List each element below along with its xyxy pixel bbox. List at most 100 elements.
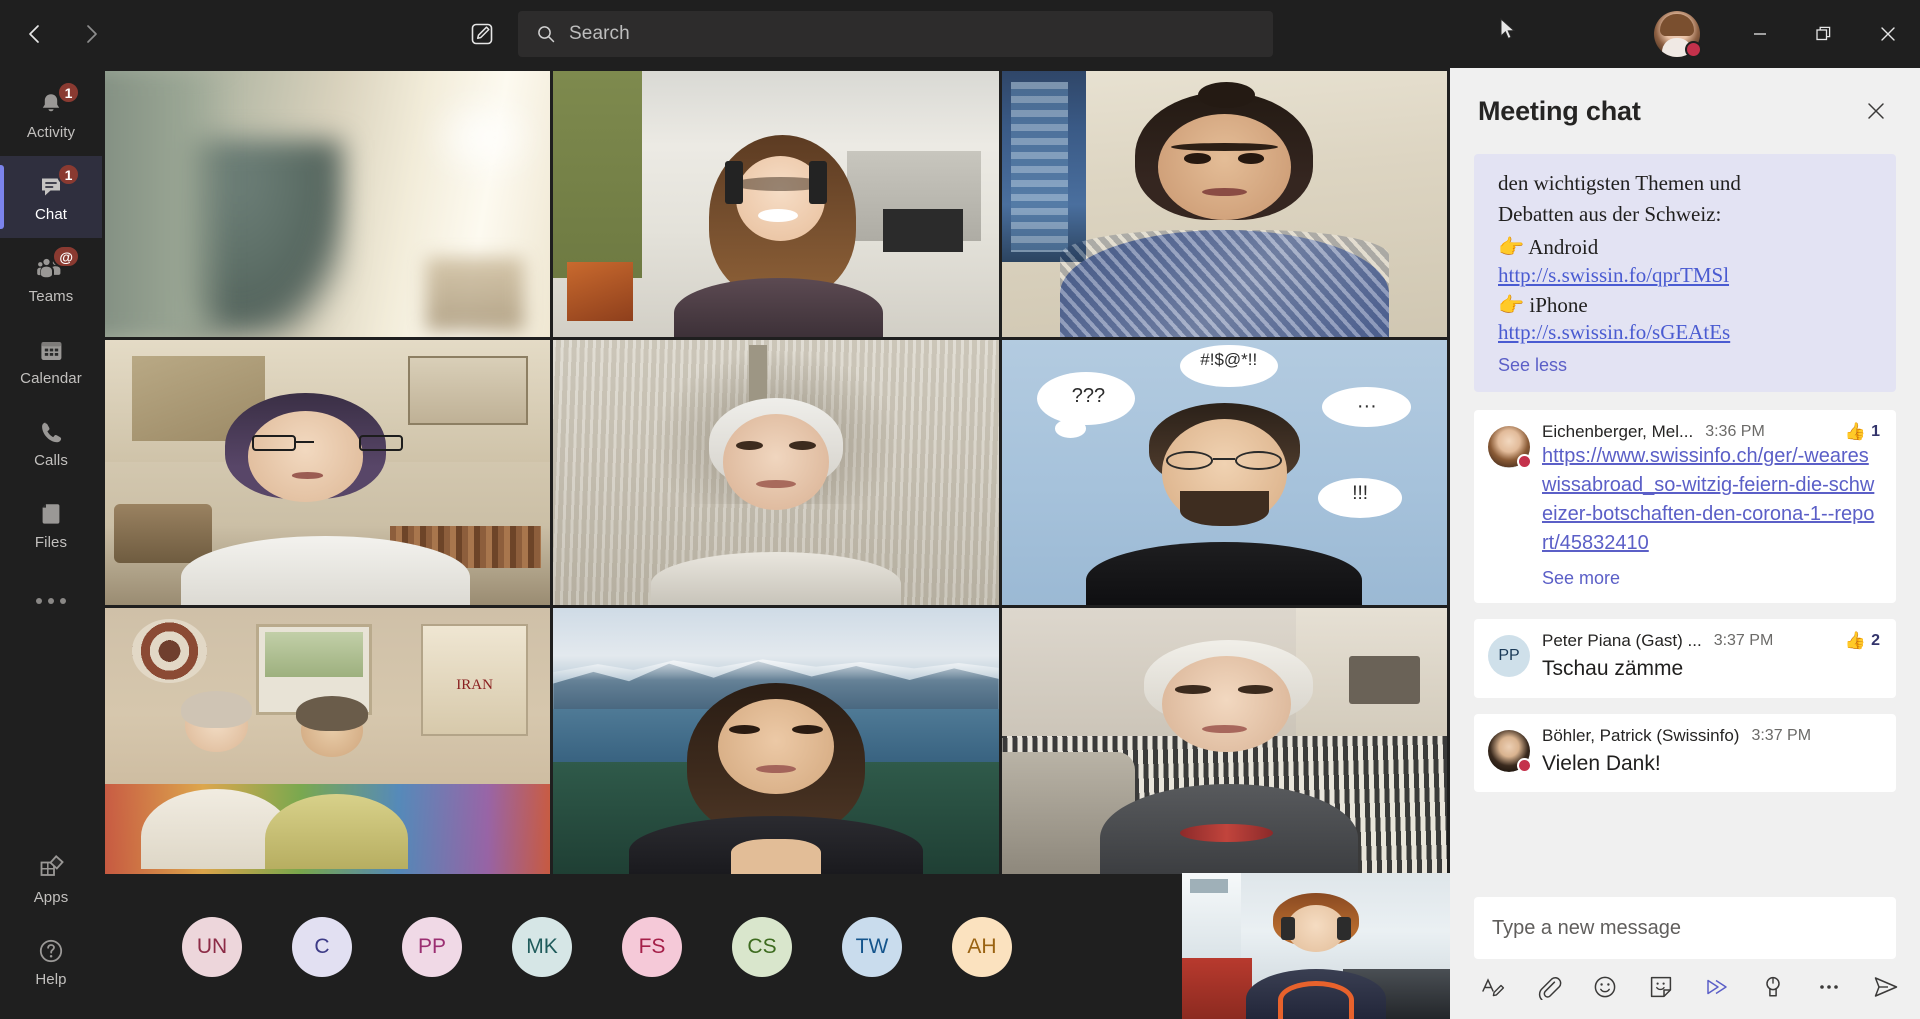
message-header: Eichenberger, Mel... 3:36 PM 👍 1 [1542, 422, 1880, 442]
avatar[interactable]: PP [1488, 635, 1530, 678]
participant-pill[interactable]: PP [402, 916, 462, 977]
thumbs-up-icon: 👍 [1844, 422, 1867, 442]
reaction-count: 2 [1871, 632, 1880, 650]
iphone-link[interactable]: http://s.swissin.fo/sGEAtEs [1498, 320, 1730, 344]
chat-message: Böhler, Patrick (Swissinfo) 3:37 PM Viel… [1474, 713, 1896, 792]
pinned-line-2: Debatten aus der Schweiz: [1498, 201, 1722, 226]
meeting-stage: ??? #!$@*!! ··· !!! IRAN UN C PP MK FS C… [102, 68, 1450, 1019]
send-chevron-icon[interactable] [1704, 973, 1730, 1001]
sidebar-label-calls: Calls [34, 452, 68, 469]
question-circle-icon [34, 936, 68, 966]
maximize-button[interactable] [1792, 0, 1856, 68]
sidebar-item-chat[interactable]: 1 Chat [0, 156, 102, 238]
presence-badge-busy [1517, 757, 1532, 773]
sidebar-item-calls[interactable]: Calls [0, 402, 102, 484]
participant-pill[interactable]: TW [842, 916, 902, 977]
participant-pill[interactable]: MK [512, 916, 572, 977]
back-button[interactable] [14, 13, 56, 55]
video-tile-1[interactable] [105, 71, 551, 337]
user-avatar[interactable] [1654, 11, 1702, 58]
video-tile-7[interactable]: IRAN [105, 608, 551, 874]
meeting-chat-panel: Meeting chat den wichtigsten Themen und … [1450, 68, 1920, 1019]
pointing-hand-emoji: 👉 [1498, 292, 1525, 317]
mouse-cursor [1500, 18, 1516, 40]
emoji-smiley-icon[interactable] [1592, 973, 1618, 1001]
format-text-icon[interactable] [1480, 973, 1506, 1001]
pinned-line-1: den wichtigsten Themen und [1498, 171, 1741, 195]
navigation-arrows [14, 13, 112, 55]
ellipsis-icon [36, 598, 66, 604]
message-text: Vielen Dank! [1542, 751, 1661, 775]
video-tile-9[interactable] [1001, 608, 1447, 874]
file-icon [34, 499, 68, 529]
sidebar-item-files[interactable]: Files [0, 484, 102, 566]
reaction-group[interactable]: 👍 2 [1845, 631, 1880, 651]
android-link[interactable]: http://s.swissin.fo/qprTMSl [1498, 263, 1729, 287]
participant-pill[interactable]: AH [952, 916, 1012, 977]
composer-toolbar [1474, 959, 1898, 1005]
video-tile-4[interactable] [105, 339, 551, 606]
see-less-toggle[interactable]: See less [1498, 355, 1567, 376]
participant-pill[interactable]: C [292, 916, 352, 977]
close-button[interactable] [1856, 0, 1920, 68]
forward-button[interactable] [70, 13, 112, 55]
message-author: Eichenberger, Mel... [1542, 422, 1694, 442]
calendar-icon [34, 335, 68, 365]
sidebar-item-help[interactable]: Help [0, 921, 102, 1003]
video-tile-3[interactable] [1001, 71, 1447, 337]
close-icon [1881, 27, 1895, 41]
sticker-icon[interactable] [1648, 973, 1674, 1001]
compose-pencil-icon [471, 23, 493, 45]
participant-pill[interactable]: FS [622, 916, 682, 977]
reaction-group[interactable]: 👍 1 [1845, 422, 1880, 442]
minimize-button[interactable] [1728, 0, 1792, 68]
paperclip-icon[interactable] [1536, 973, 1562, 1001]
chat-close-button[interactable] [1856, 91, 1896, 131]
new-chat-button[interactable] [462, 14, 502, 54]
chat-message: Eichenberger, Mel... 3:36 PM 👍 1 https:/… [1474, 410, 1896, 604]
video-tile-2[interactable] [553, 71, 999, 337]
thumbs-up-icon: 👍 [1844, 631, 1867, 651]
message-body: Eichenberger, Mel... 3:36 PM 👍 1 https:/… [1542, 422, 1880, 589]
message-link[interactable]: https://www.swissinfo.ch/ger/-weareswiss… [1542, 442, 1880, 558]
participant-pill[interactable]: CS [732, 916, 792, 977]
window-controls-group [1654, 0, 1920, 68]
teams-mention-badge: @ [52, 245, 80, 268]
chat-title: Meeting chat [1478, 95, 1641, 126]
search-placeholder: Search [569, 23, 630, 44]
search-bar[interactable]: Search [518, 11, 1273, 57]
sidebar-item-teams[interactable]: @ Teams [0, 238, 102, 320]
pinned-item-label: iPhone [1529, 292, 1588, 317]
pinned-item-label: Android [1528, 234, 1599, 259]
sidebar-item-activity[interactable]: 1 Activity [0, 74, 102, 156]
see-more-toggle[interactable]: See more [1542, 568, 1620, 589]
avatar[interactable] [1488, 729, 1532, 773]
chat-message: PP Peter Piana (Gast) ... 3:37 PM 👍 2 Ts… [1474, 619, 1896, 698]
chat-message-list[interactable]: den wichtigsten Themen und Debatten aus … [1450, 154, 1920, 885]
sidebar-item-calendar[interactable]: Calendar [0, 320, 102, 402]
message-input[interactable]: Type a new message [1474, 897, 1896, 959]
participant-initials: FS [638, 934, 666, 958]
sidebar-label-apps: Apps [33, 889, 69, 906]
rail-primary-items: 1 Activity 1 Chat @ Teams Calendar Calls… [0, 68, 102, 636]
video-tile-5[interactable] [553, 339, 999, 606]
avatar[interactable] [1488, 426, 1532, 470]
more-apps-button[interactable] [0, 566, 102, 636]
phone-icon [34, 417, 68, 447]
search-icon [538, 26, 555, 43]
self-video-thumbnail[interactable] [1182, 873, 1450, 1019]
video-tile-6[interactable]: ??? #!$@*!! ··· !!! [1001, 339, 1447, 606]
teams-meeting-window: Search 1 Activity 1 Chat @ Teams Calenda… [0, 0, 1920, 1019]
message-body: Peter Piana (Gast) ... 3:37 PM 👍 2 Tscha… [1542, 631, 1880, 683]
video-tile-8[interactable] [553, 608, 999, 874]
sidebar-item-apps[interactable]: Apps [0, 839, 102, 921]
participant-pill[interactable]: UN [182, 916, 242, 977]
message-composer: Type a new message [1450, 885, 1920, 1019]
send-paper-plane-icon [1874, 977, 1898, 997]
ellipsis-icon[interactable] [1816, 973, 1842, 1001]
praise-badge-icon[interactable] [1760, 973, 1786, 1001]
sidebar-label-teams: Teams [28, 288, 74, 305]
bell-icon: 1 [34, 81, 80, 119]
sidebar-label-calendar: Calendar [20, 370, 82, 387]
send-button[interactable] [1872, 973, 1900, 1001]
